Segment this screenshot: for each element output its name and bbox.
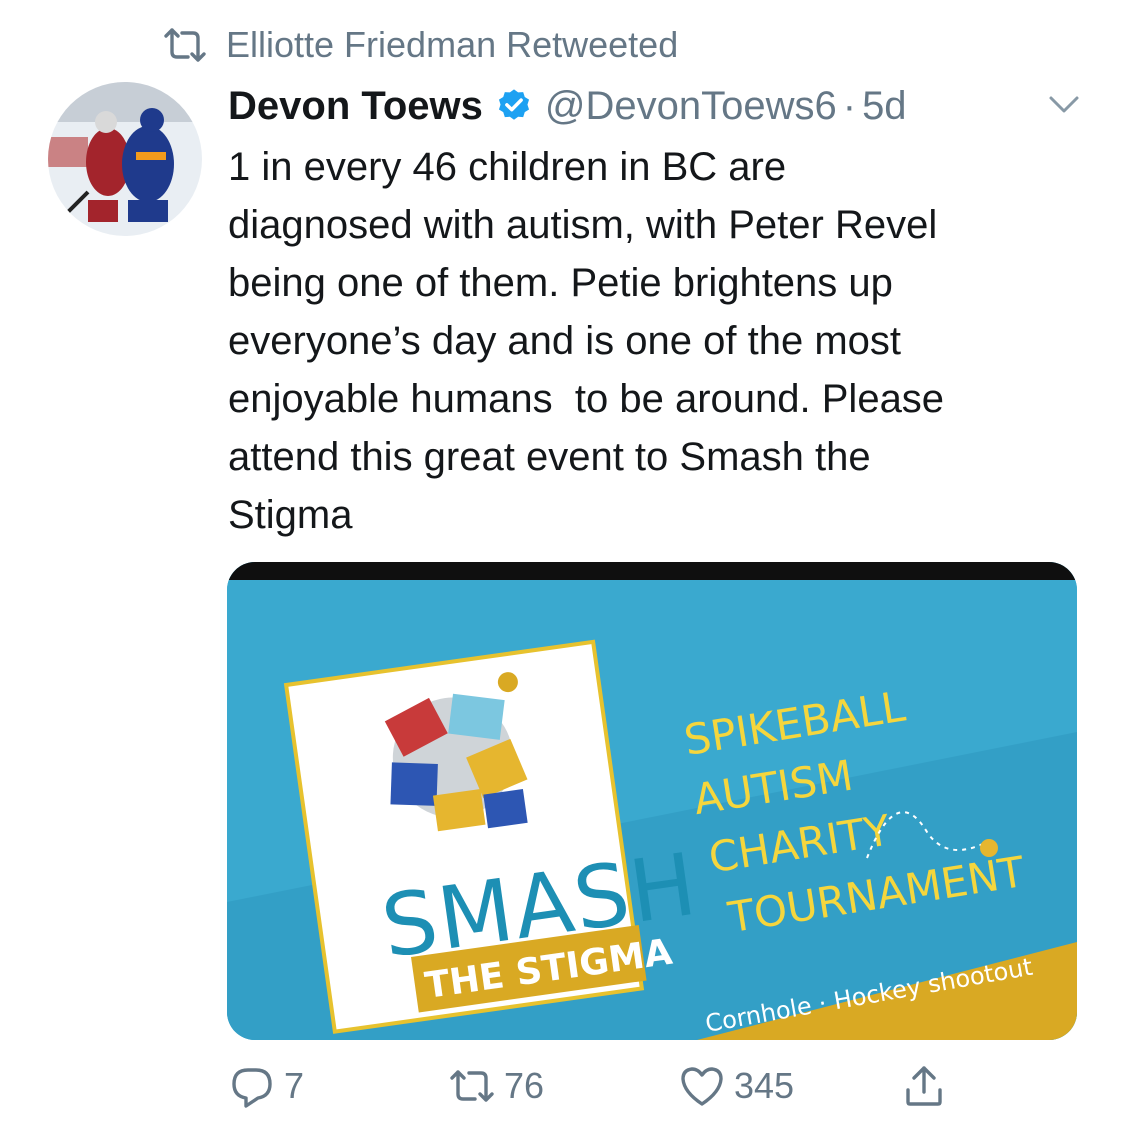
avatar-image <box>48 82 202 236</box>
reply-button[interactable]: 7 <box>228 1062 304 1110</box>
tweet-text: 1 in every 46 children in BC are diagnos… <box>228 138 1088 544</box>
tweet-text-line: Stigma <box>228 493 353 537</box>
retweet-context-label: Elliotte Friedman Retweeted <box>226 24 679 65</box>
author-name[interactable]: Devon Toews <box>228 84 483 129</box>
tweet-actions: 7 76 345 <box>228 1062 1085 1122</box>
share-icon <box>906 1066 942 1106</box>
retweet-count: 76 <box>504 1065 545 1106</box>
tweet-text-line: diagnosed with autism, with Peter Revel <box>228 203 938 247</box>
retweet-icon <box>164 28 206 62</box>
tweet-text-line: 1 in every 46 children in BC are <box>228 145 787 189</box>
tweet-text-line: attend this great event to Smash the <box>228 435 871 479</box>
tweet-text-line: being one of them. Petie brightens up <box>228 261 893 305</box>
tweet-text-line: enjoyable humans to be around. Please <box>228 377 945 421</box>
author-handle[interactable]: @DevonToews6 <box>545 84 837 129</box>
separator-dot: · <box>842 83 857 128</box>
reply-count: 7 <box>284 1065 305 1106</box>
like-count: 345 <box>734 1065 795 1106</box>
reply-icon <box>232 1068 272 1108</box>
heart-icon <box>681 1067 723 1106</box>
tweet-timestamp[interactable]: 5d <box>862 84 907 129</box>
retweet-icon <box>450 1070 494 1102</box>
tweet-text-line: everyone’s day and is one of the most <box>228 319 902 363</box>
verified-badge-icon <box>498 89 529 120</box>
retweet-button[interactable]: 76 <box>448 1062 544 1110</box>
avatar[interactable] <box>48 82 202 236</box>
tweet-media-image[interactable]: SMASH THE STIGMA SPIKEBALL AUTISM CHARIT… <box>227 562 1077 1040</box>
chevron-down-icon[interactable] <box>1047 92 1081 116</box>
share-button[interactable] <box>900 1062 948 1110</box>
like-button[interactable]: 345 <box>678 1062 794 1110</box>
event-poster: SMASH THE STIGMA SPIKEBALL AUTISM CHARIT… <box>227 562 1077 1040</box>
tweet-header: Devon Toews @DevonToews6 · 5d <box>228 78 1085 134</box>
retweet-context[interactable]: Elliotte Friedman Retweeted <box>162 24 678 66</box>
